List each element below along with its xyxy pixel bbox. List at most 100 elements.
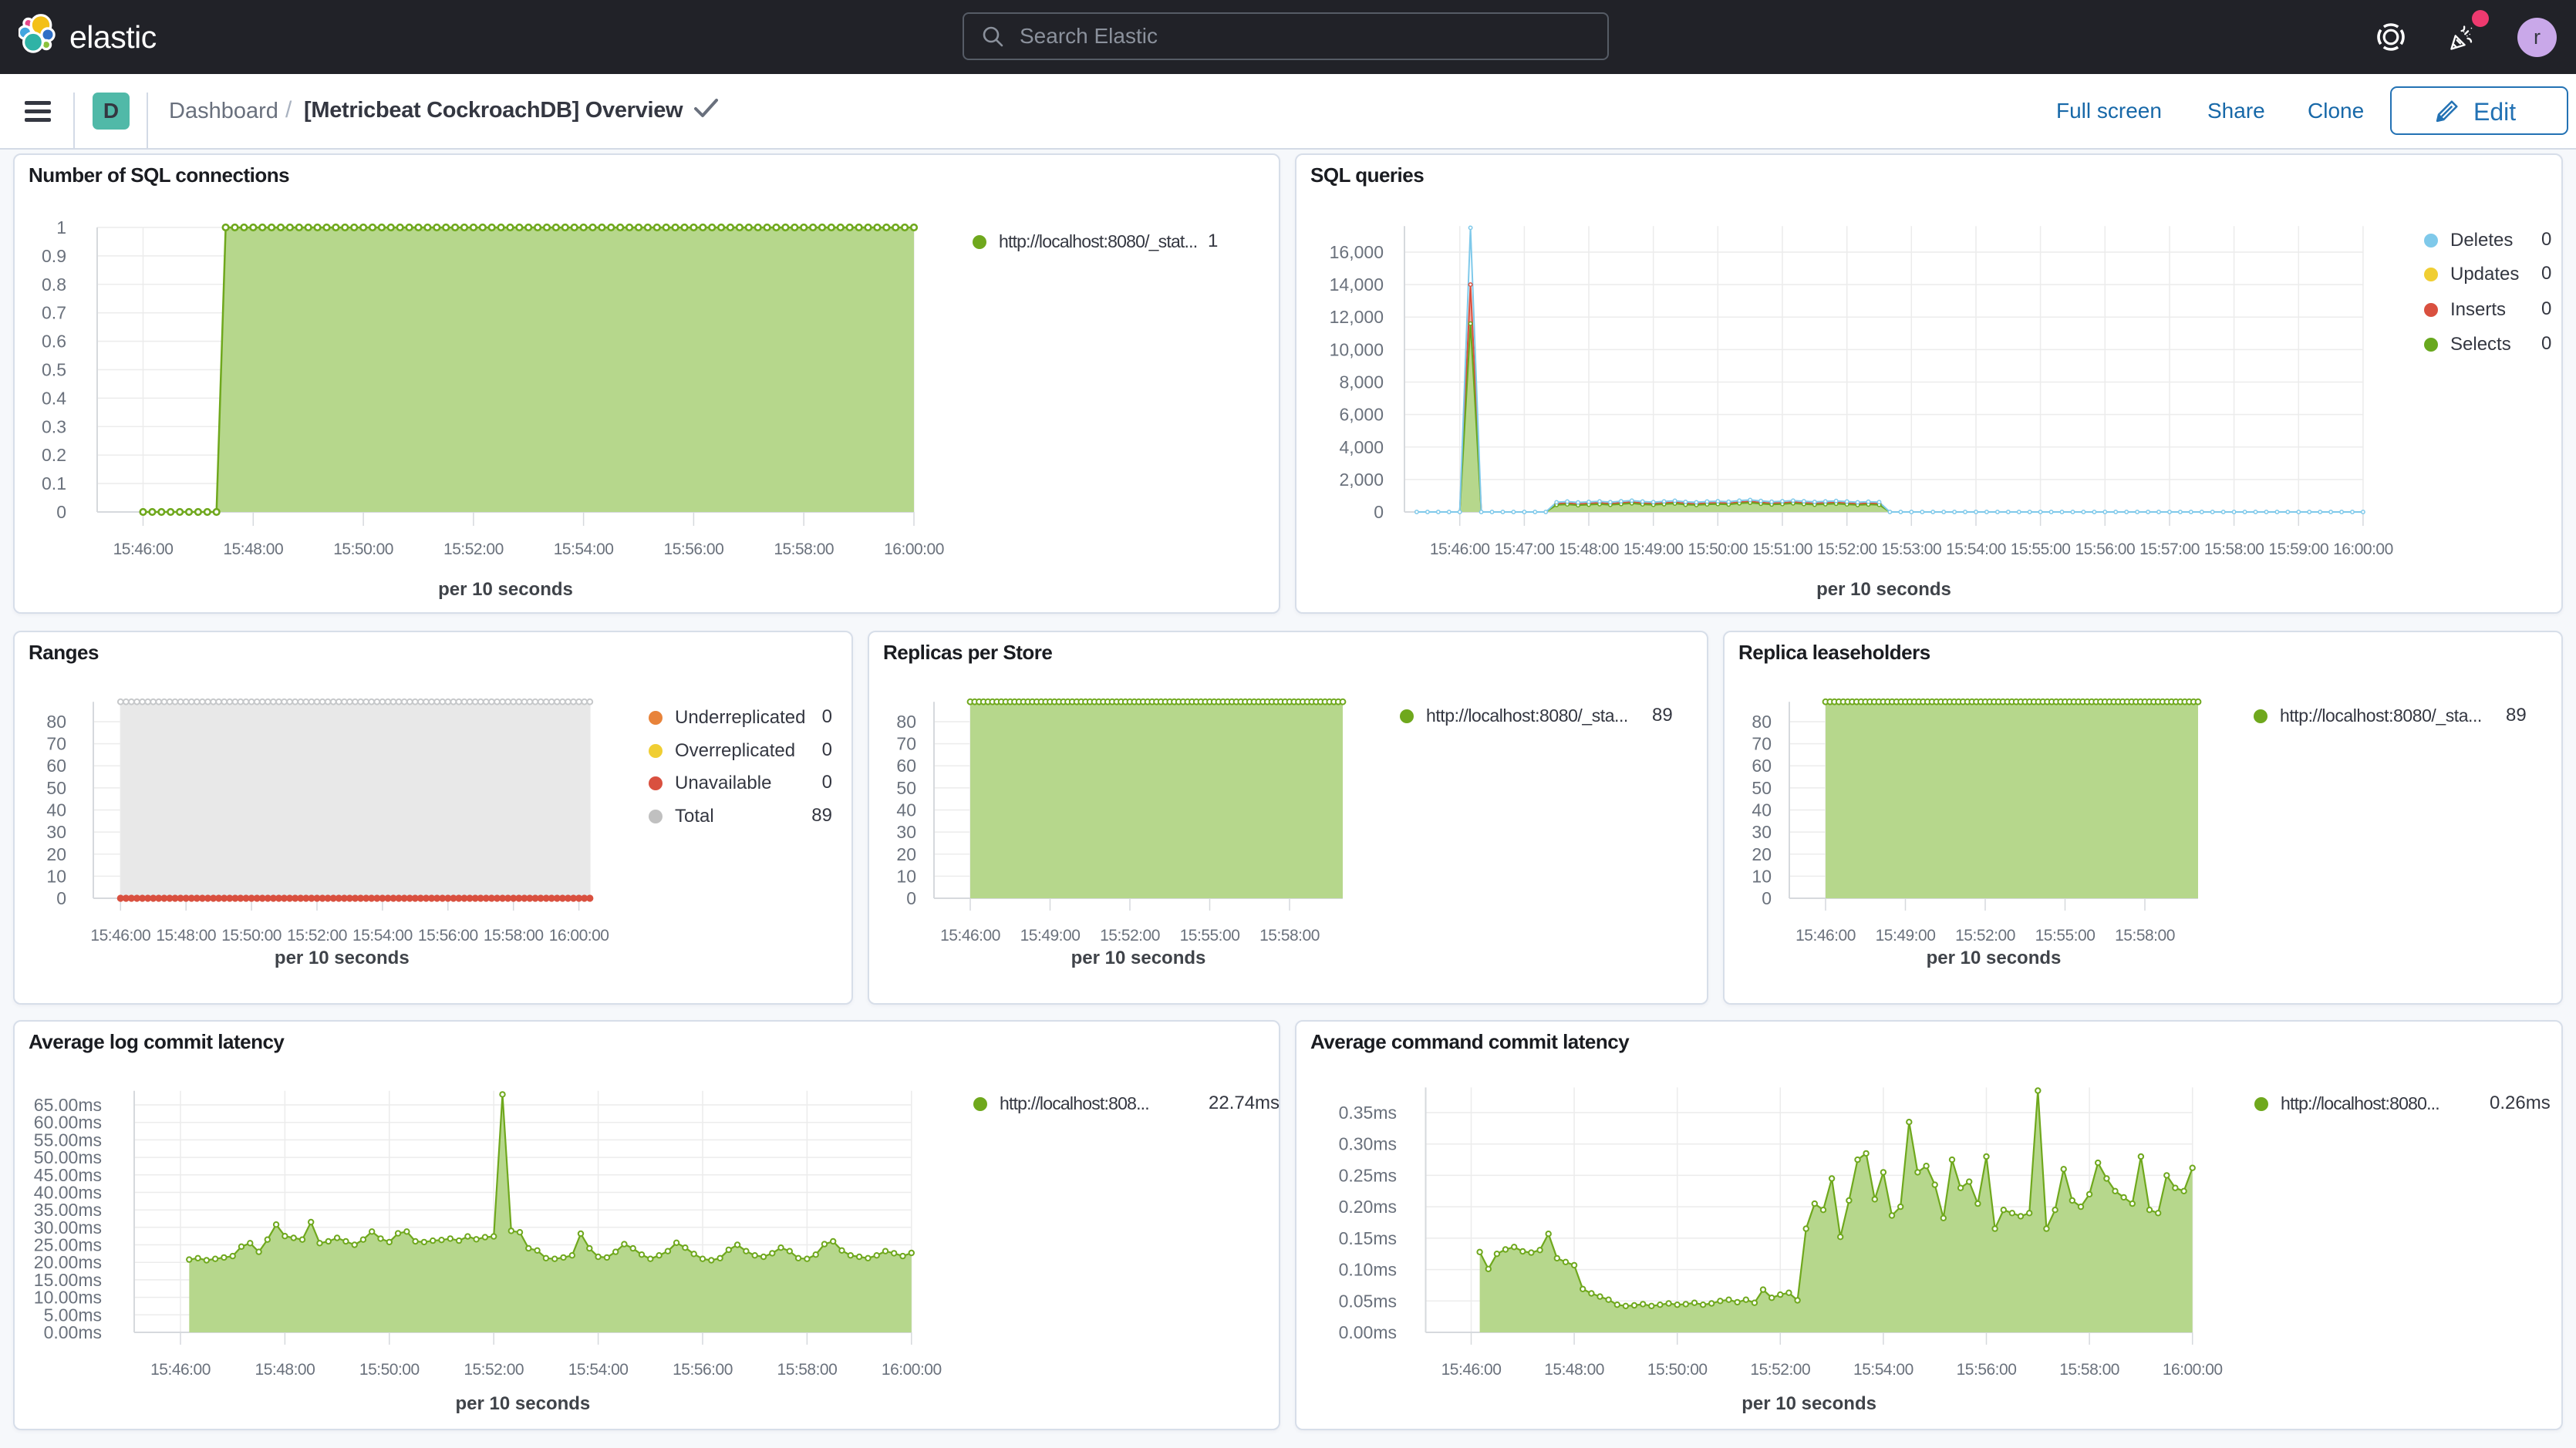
svg-text:15:54:00: 15:54:00	[554, 540, 614, 558]
svg-text:15:48:00: 15:48:00	[223, 540, 283, 558]
svg-text:10.00ms: 10.00ms	[34, 1288, 102, 1308]
svg-text:30: 30	[896, 822, 916, 842]
svg-text:4,000: 4,000	[1339, 437, 1384, 457]
svg-text:15:58:00: 15:58:00	[2204, 540, 2264, 558]
svg-text:60: 60	[1752, 756, 1772, 776]
svg-text:45.00ms: 45.00ms	[34, 1165, 102, 1185]
svg-text:0.1: 0.1	[42, 473, 66, 493]
svg-text:0: 0	[56, 502, 66, 522]
svg-text:0.6: 0.6	[42, 332, 66, 352]
svg-text:15:53:00: 15:53:00	[1881, 540, 1941, 558]
svg-text:0: 0	[56, 888, 66, 908]
svg-text:per 10 seconds: per 10 seconds	[1816, 579, 1951, 600]
svg-text:per 10 seconds: per 10 seconds	[456, 1393, 591, 1414]
svg-text:0.30ms: 0.30ms	[1339, 1134, 1397, 1154]
svg-text:15:56:00: 15:56:00	[2075, 540, 2135, 558]
svg-text:0.10ms: 0.10ms	[1339, 1260, 1397, 1280]
svg-text:8,000: 8,000	[1339, 372, 1384, 392]
svg-text:15:48:00: 15:48:00	[156, 927, 216, 945]
svg-text:60: 60	[896, 756, 916, 776]
svg-text:15:56:00: 15:56:00	[664, 540, 724, 558]
svg-text:40: 40	[1752, 800, 1772, 820]
svg-text:15:58:00: 15:58:00	[777, 1361, 838, 1379]
svg-text:0: 0	[906, 888, 916, 908]
svg-text:16:00:00: 16:00:00	[882, 1361, 942, 1379]
svg-text:15:54:00: 15:54:00	[1946, 540, 2006, 558]
svg-text:35.00ms: 35.00ms	[34, 1200, 102, 1220]
svg-text:15:50:00: 15:50:00	[359, 1361, 420, 1379]
svg-text:60.00ms: 60.00ms	[34, 1113, 102, 1133]
svg-text:15:50:00: 15:50:00	[333, 540, 393, 558]
svg-text:15:52:00: 15:52:00	[1100, 927, 1160, 945]
svg-text:50: 50	[46, 778, 66, 798]
svg-text:per 10 seconds: per 10 seconds	[1741, 1393, 1876, 1414]
svg-text:25.00ms: 25.00ms	[34, 1235, 102, 1255]
svg-text:1: 1	[56, 217, 66, 237]
svg-text:15:58:00: 15:58:00	[484, 927, 544, 945]
svg-text:15:55:00: 15:55:00	[2035, 927, 2096, 945]
svg-text:50: 50	[1752, 778, 1772, 798]
svg-text:15:58:00: 15:58:00	[2115, 927, 2175, 945]
svg-text:15:51:00: 15:51:00	[1752, 540, 1812, 558]
svg-text:2,000: 2,000	[1339, 470, 1384, 490]
svg-text:6,000: 6,000	[1339, 405, 1384, 425]
svg-text:30: 30	[1752, 822, 1772, 842]
svg-text:70: 70	[1752, 734, 1772, 754]
svg-text:16,000: 16,000	[1330, 242, 1384, 262]
svg-text:16:00:00: 16:00:00	[549, 927, 609, 945]
svg-text:0.20ms: 0.20ms	[1339, 1197, 1397, 1217]
svg-text:20.00ms: 20.00ms	[34, 1252, 102, 1272]
svg-text:15:49:00: 15:49:00	[1020, 927, 1081, 945]
svg-text:0.4: 0.4	[42, 388, 66, 408]
svg-text:15:55:00: 15:55:00	[1180, 927, 1240, 945]
svg-text:per 10 seconds: per 10 seconds	[1071, 948, 1206, 968]
svg-text:0.3: 0.3	[42, 416, 66, 436]
svg-text:15:50:00: 15:50:00	[221, 927, 282, 945]
svg-text:55.00ms: 55.00ms	[34, 1130, 102, 1150]
svg-text:15:52:00: 15:52:00	[287, 927, 347, 945]
svg-text:15:54:00: 15:54:00	[352, 927, 413, 945]
svg-text:20: 20	[1752, 844, 1772, 864]
svg-text:15:49:00: 15:49:00	[1876, 927, 1936, 945]
svg-text:70: 70	[896, 734, 916, 754]
svg-text:15:52:00: 15:52:00	[443, 540, 504, 558]
svg-text:15:52:00: 15:52:00	[464, 1361, 524, 1379]
svg-text:50.00ms: 50.00ms	[34, 1147, 102, 1167]
svg-text:15:46:00: 15:46:00	[150, 1361, 211, 1379]
svg-text:per 10 seconds: per 10 seconds	[275, 948, 410, 968]
svg-text:80: 80	[896, 712, 916, 732]
svg-text:15:49:00: 15:49:00	[1623, 540, 1684, 558]
svg-text:16:00:00: 16:00:00	[2333, 540, 2393, 558]
svg-text:0.00ms: 0.00ms	[1339, 1322, 1397, 1342]
svg-text:15:47:00: 15:47:00	[1495, 540, 1555, 558]
svg-text:12,000: 12,000	[1330, 307, 1384, 327]
svg-text:10: 10	[1752, 866, 1772, 886]
svg-text:5.00ms: 5.00ms	[44, 1305, 102, 1325]
svg-text:15:58:00: 15:58:00	[1259, 927, 1320, 945]
svg-text:14,000: 14,000	[1330, 274, 1384, 295]
svg-text:15:48:00: 15:48:00	[255, 1361, 315, 1379]
svg-text:15:59:00: 15:59:00	[2268, 540, 2328, 558]
svg-text:15:46:00: 15:46:00	[90, 927, 150, 945]
svg-text:30.00ms: 30.00ms	[34, 1217, 102, 1238]
svg-text:15:54:00: 15:54:00	[568, 1361, 629, 1379]
svg-text:15:50:00: 15:50:00	[1647, 1361, 1708, 1379]
svg-text:15:58:00: 15:58:00	[774, 540, 834, 558]
svg-text:0.2: 0.2	[42, 445, 66, 465]
svg-text:0.5: 0.5	[42, 360, 66, 380]
svg-text:10: 10	[46, 866, 66, 886]
svg-text:0: 0	[1374, 502, 1384, 522]
svg-text:15:56:00: 15:56:00	[1957, 1361, 2017, 1379]
svg-text:0.05ms: 0.05ms	[1339, 1291, 1397, 1311]
svg-text:15:48:00: 15:48:00	[1544, 1361, 1604, 1379]
svg-text:30: 30	[46, 822, 66, 842]
svg-text:15:56:00: 15:56:00	[673, 1361, 733, 1379]
svg-text:15:54:00: 15:54:00	[1853, 1361, 1913, 1379]
svg-text:70: 70	[46, 734, 66, 754]
svg-text:15:55:00: 15:55:00	[2011, 540, 2071, 558]
svg-text:40: 40	[46, 800, 66, 820]
svg-text:0.25ms: 0.25ms	[1339, 1165, 1397, 1185]
svg-text:20: 20	[46, 844, 66, 864]
svg-text:0.8: 0.8	[42, 274, 66, 295]
svg-text:15:52:00: 15:52:00	[1955, 927, 2015, 945]
